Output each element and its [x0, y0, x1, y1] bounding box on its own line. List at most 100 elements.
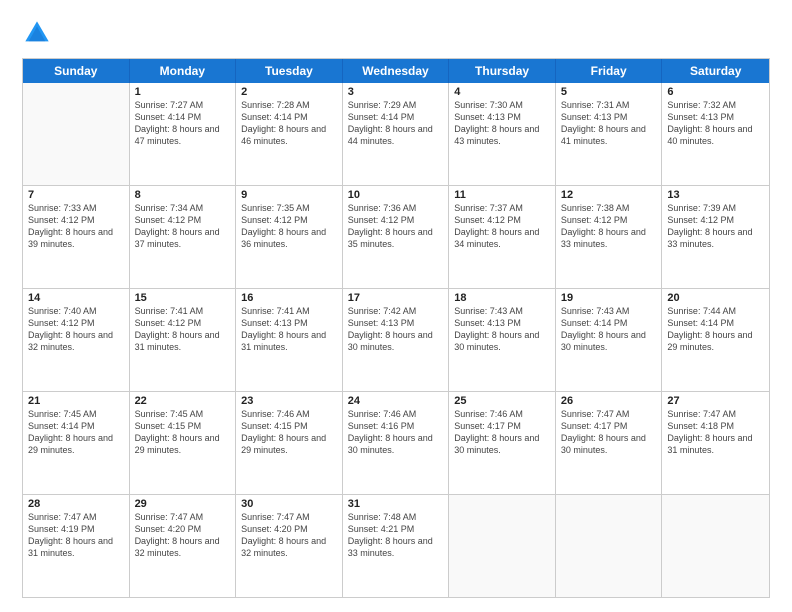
- header: [22, 18, 770, 48]
- day-number: 4: [454, 86, 550, 98]
- day-number: 23: [241, 395, 337, 407]
- day-number: 9: [241, 189, 337, 201]
- day-info: Sunrise: 7:37 AM Sunset: 4:12 PM Dayligh…: [454, 202, 550, 251]
- calendar-cell: 10Sunrise: 7:36 AM Sunset: 4:12 PM Dayli…: [343, 186, 450, 288]
- calendar-cell: 13Sunrise: 7:39 AM Sunset: 4:12 PM Dayli…: [662, 186, 769, 288]
- calendar-cell: 7Sunrise: 7:33 AM Sunset: 4:12 PM Daylig…: [23, 186, 130, 288]
- day-number: 29: [135, 498, 231, 510]
- calendar-cell: 8Sunrise: 7:34 AM Sunset: 4:12 PM Daylig…: [130, 186, 237, 288]
- day-info: Sunrise: 7:35 AM Sunset: 4:12 PM Dayligh…: [241, 202, 337, 251]
- day-info: Sunrise: 7:46 AM Sunset: 4:15 PM Dayligh…: [241, 408, 337, 457]
- day-info: Sunrise: 7:36 AM Sunset: 4:12 PM Dayligh…: [348, 202, 444, 251]
- day-info: Sunrise: 7:33 AM Sunset: 4:12 PM Dayligh…: [28, 202, 124, 251]
- day-number: 1: [135, 86, 231, 98]
- calendar-cell: 23Sunrise: 7:46 AM Sunset: 4:15 PM Dayli…: [236, 392, 343, 494]
- day-number: 31: [348, 498, 444, 510]
- day-info: Sunrise: 7:47 AM Sunset: 4:18 PM Dayligh…: [667, 408, 764, 457]
- day-info: Sunrise: 7:46 AM Sunset: 4:16 PM Dayligh…: [348, 408, 444, 457]
- day-info: Sunrise: 7:41 AM Sunset: 4:13 PM Dayligh…: [241, 305, 337, 354]
- calendar-cell: 5Sunrise: 7:31 AM Sunset: 4:13 PM Daylig…: [556, 83, 663, 185]
- day-info: Sunrise: 7:32 AM Sunset: 4:13 PM Dayligh…: [667, 99, 764, 148]
- day-number: 18: [454, 292, 550, 304]
- calendar-cell: 15Sunrise: 7:41 AM Sunset: 4:12 PM Dayli…: [130, 289, 237, 391]
- logo-icon: [22, 18, 52, 48]
- calendar-header: SundayMondayTuesdayWednesdayThursdayFrid…: [23, 59, 769, 83]
- calendar-body: 1Sunrise: 7:27 AM Sunset: 4:14 PM Daylig…: [23, 83, 769, 597]
- calendar-cell: 20Sunrise: 7:44 AM Sunset: 4:14 PM Dayli…: [662, 289, 769, 391]
- calendar-cell: 14Sunrise: 7:40 AM Sunset: 4:12 PM Dayli…: [23, 289, 130, 391]
- calendar-cell: 6Sunrise: 7:32 AM Sunset: 4:13 PM Daylig…: [662, 83, 769, 185]
- day-number: 21: [28, 395, 124, 407]
- day-info: Sunrise: 7:47 AM Sunset: 4:20 PM Dayligh…: [241, 511, 337, 560]
- calendar-cell: [662, 495, 769, 597]
- calendar-cell: [556, 495, 663, 597]
- calendar-cell: 22Sunrise: 7:45 AM Sunset: 4:15 PM Dayli…: [130, 392, 237, 494]
- weekday-header: Sunday: [23, 59, 130, 83]
- day-info: Sunrise: 7:47 AM Sunset: 4:17 PM Dayligh…: [561, 408, 657, 457]
- day-info: Sunrise: 7:45 AM Sunset: 4:14 PM Dayligh…: [28, 408, 124, 457]
- calendar-cell: 3Sunrise: 7:29 AM Sunset: 4:14 PM Daylig…: [343, 83, 450, 185]
- day-number: 17: [348, 292, 444, 304]
- day-info: Sunrise: 7:27 AM Sunset: 4:14 PM Dayligh…: [135, 99, 231, 148]
- calendar-cell: 18Sunrise: 7:43 AM Sunset: 4:13 PM Dayli…: [449, 289, 556, 391]
- day-info: Sunrise: 7:29 AM Sunset: 4:14 PM Dayligh…: [348, 99, 444, 148]
- weekday-header: Tuesday: [236, 59, 343, 83]
- day-info: Sunrise: 7:30 AM Sunset: 4:13 PM Dayligh…: [454, 99, 550, 148]
- day-number: 20: [667, 292, 764, 304]
- day-number: 25: [454, 395, 550, 407]
- calendar-cell: 30Sunrise: 7:47 AM Sunset: 4:20 PM Dayli…: [236, 495, 343, 597]
- day-info: Sunrise: 7:39 AM Sunset: 4:12 PM Dayligh…: [667, 202, 764, 251]
- day-info: Sunrise: 7:42 AM Sunset: 4:13 PM Dayligh…: [348, 305, 444, 354]
- day-number: 30: [241, 498, 337, 510]
- day-number: 27: [667, 395, 764, 407]
- calendar-cell: 9Sunrise: 7:35 AM Sunset: 4:12 PM Daylig…: [236, 186, 343, 288]
- weekday-header: Friday: [556, 59, 663, 83]
- day-info: Sunrise: 7:43 AM Sunset: 4:13 PM Dayligh…: [454, 305, 550, 354]
- day-info: Sunrise: 7:43 AM Sunset: 4:14 PM Dayligh…: [561, 305, 657, 354]
- day-number: 24: [348, 395, 444, 407]
- weekday-header: Monday: [130, 59, 237, 83]
- day-number: 19: [561, 292, 657, 304]
- calendar-cell: [449, 495, 556, 597]
- day-number: 10: [348, 189, 444, 201]
- day-info: Sunrise: 7:28 AM Sunset: 4:14 PM Dayligh…: [241, 99, 337, 148]
- day-number: 5: [561, 86, 657, 98]
- day-info: Sunrise: 7:31 AM Sunset: 4:13 PM Dayligh…: [561, 99, 657, 148]
- weekday-header: Thursday: [449, 59, 556, 83]
- day-info: Sunrise: 7:46 AM Sunset: 4:17 PM Dayligh…: [454, 408, 550, 457]
- calendar: SundayMondayTuesdayWednesdayThursdayFrid…: [22, 58, 770, 598]
- calendar-cell: 4Sunrise: 7:30 AM Sunset: 4:13 PM Daylig…: [449, 83, 556, 185]
- calendar-cell: 27Sunrise: 7:47 AM Sunset: 4:18 PM Dayli…: [662, 392, 769, 494]
- day-number: 16: [241, 292, 337, 304]
- calendar-cell: 11Sunrise: 7:37 AM Sunset: 4:12 PM Dayli…: [449, 186, 556, 288]
- calendar-cell: 21Sunrise: 7:45 AM Sunset: 4:14 PM Dayli…: [23, 392, 130, 494]
- calendar-row: 28Sunrise: 7:47 AM Sunset: 4:19 PM Dayli…: [23, 494, 769, 597]
- day-info: Sunrise: 7:44 AM Sunset: 4:14 PM Dayligh…: [667, 305, 764, 354]
- day-info: Sunrise: 7:47 AM Sunset: 4:20 PM Dayligh…: [135, 511, 231, 560]
- day-number: 28: [28, 498, 124, 510]
- day-number: 11: [454, 189, 550, 201]
- day-number: 26: [561, 395, 657, 407]
- day-number: 13: [667, 189, 764, 201]
- day-number: 7: [28, 189, 124, 201]
- page: SundayMondayTuesdayWednesdayThursdayFrid…: [0, 0, 792, 612]
- weekday-header: Saturday: [662, 59, 769, 83]
- day-number: 14: [28, 292, 124, 304]
- calendar-cell: 16Sunrise: 7:41 AM Sunset: 4:13 PM Dayli…: [236, 289, 343, 391]
- calendar-cell: 28Sunrise: 7:47 AM Sunset: 4:19 PM Dayli…: [23, 495, 130, 597]
- day-info: Sunrise: 7:38 AM Sunset: 4:12 PM Dayligh…: [561, 202, 657, 251]
- day-info: Sunrise: 7:48 AM Sunset: 4:21 PM Dayligh…: [348, 511, 444, 560]
- calendar-cell: 24Sunrise: 7:46 AM Sunset: 4:16 PM Dayli…: [343, 392, 450, 494]
- weekday-header: Wednesday: [343, 59, 450, 83]
- calendar-cell: [23, 83, 130, 185]
- day-number: 15: [135, 292, 231, 304]
- day-number: 3: [348, 86, 444, 98]
- calendar-row: 1Sunrise: 7:27 AM Sunset: 4:14 PM Daylig…: [23, 83, 769, 185]
- calendar-row: 7Sunrise: 7:33 AM Sunset: 4:12 PM Daylig…: [23, 185, 769, 288]
- day-info: Sunrise: 7:47 AM Sunset: 4:19 PM Dayligh…: [28, 511, 124, 560]
- calendar-row: 21Sunrise: 7:45 AM Sunset: 4:14 PM Dayli…: [23, 391, 769, 494]
- logo: [22, 18, 56, 48]
- calendar-cell: 25Sunrise: 7:46 AM Sunset: 4:17 PM Dayli…: [449, 392, 556, 494]
- day-number: 6: [667, 86, 764, 98]
- calendar-cell: 2Sunrise: 7:28 AM Sunset: 4:14 PM Daylig…: [236, 83, 343, 185]
